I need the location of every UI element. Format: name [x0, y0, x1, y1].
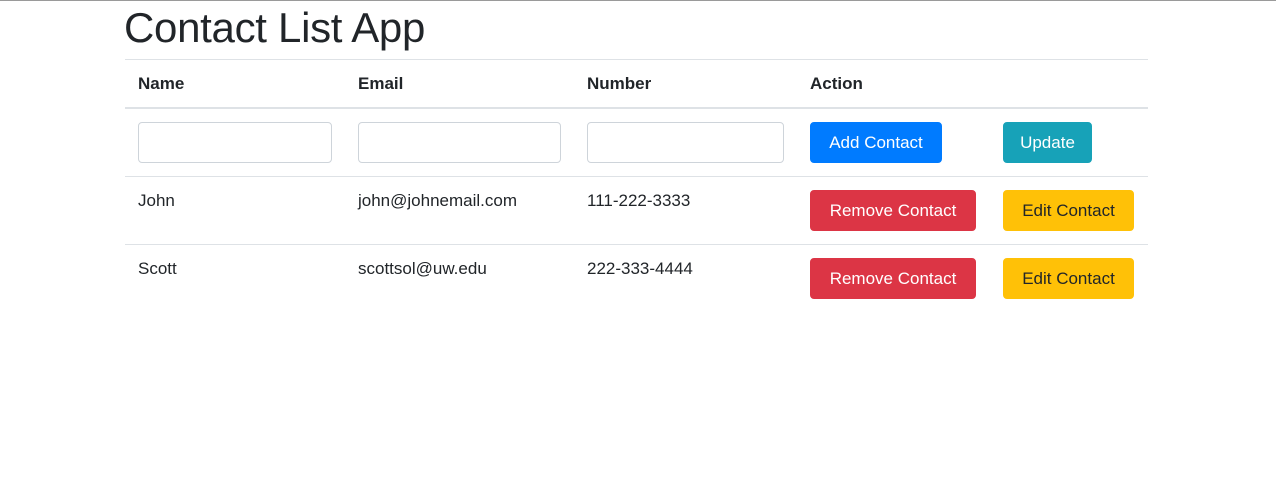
number-cell: 111-222-3333 — [574, 176, 797, 245]
email-input[interactable] — [358, 122, 561, 163]
edit-button-cell: Edit Contact — [990, 176, 1148, 245]
edit-button-cell: Edit Contact — [990, 244, 1148, 312]
edit-contact-button[interactable]: Edit Contact — [1003, 190, 1134, 231]
remove-button-cell: Remove Contact — [797, 176, 990, 245]
edit-contact-button[interactable]: Edit Contact — [1003, 258, 1134, 299]
column-header-number: Number — [574, 59, 797, 109]
name-input-cell — [125, 108, 345, 177]
remove-contact-button[interactable]: Remove Contact — [810, 190, 976, 231]
add-button-cell: Add Contact — [797, 108, 990, 177]
contact-name: John — [138, 191, 175, 210]
update-button[interactable]: Update — [1003, 122, 1092, 163]
column-header-name: Name — [125, 59, 345, 109]
email-cell: john@johnemail.com — [345, 176, 574, 245]
name-input[interactable] — [138, 122, 332, 163]
number-cell: 222-333-4444 — [574, 244, 797, 312]
contact-email: scottsol@uw.edu — [358, 259, 487, 278]
name-cell: John — [125, 176, 345, 245]
contacts-table: Name Email Number Action Add Contact Upd… — [125, 59, 1148, 312]
contact-number: 111-222-3333 — [587, 191, 691, 210]
column-header-blank — [990, 59, 1148, 109]
table-row: Scott scottsol@uw.edu 222-333-4444 Remov… — [125, 244, 1148, 312]
update-button-cell: Update — [990, 108, 1148, 177]
name-cell: Scott — [125, 244, 345, 312]
contact-name: Scott — [138, 259, 177, 278]
new-contact-row: Add Contact Update — [125, 108, 1148, 177]
contact-number: 222-333-4444 — [587, 259, 693, 278]
window-top-border — [0, 0, 1276, 1]
table-row: John john@johnemail.com 111-222-3333 Rem… — [125, 176, 1148, 245]
column-header-action: Action — [797, 59, 990, 109]
number-input-cell — [574, 108, 797, 177]
add-contact-button[interactable]: Add Contact — [810, 122, 942, 163]
table-header-row: Name Email Number Action — [125, 59, 1148, 109]
remove-button-cell: Remove Contact — [797, 244, 990, 312]
number-input[interactable] — [587, 122, 784, 163]
remove-contact-button[interactable]: Remove Contact — [810, 258, 976, 299]
page-title: Contact List App — [124, 4, 426, 51]
contact-email: john@johnemail.com — [358, 191, 518, 210]
column-header-email: Email — [345, 59, 574, 109]
email-input-cell — [345, 108, 574, 177]
email-cell: scottsol@uw.edu — [345, 244, 574, 312]
